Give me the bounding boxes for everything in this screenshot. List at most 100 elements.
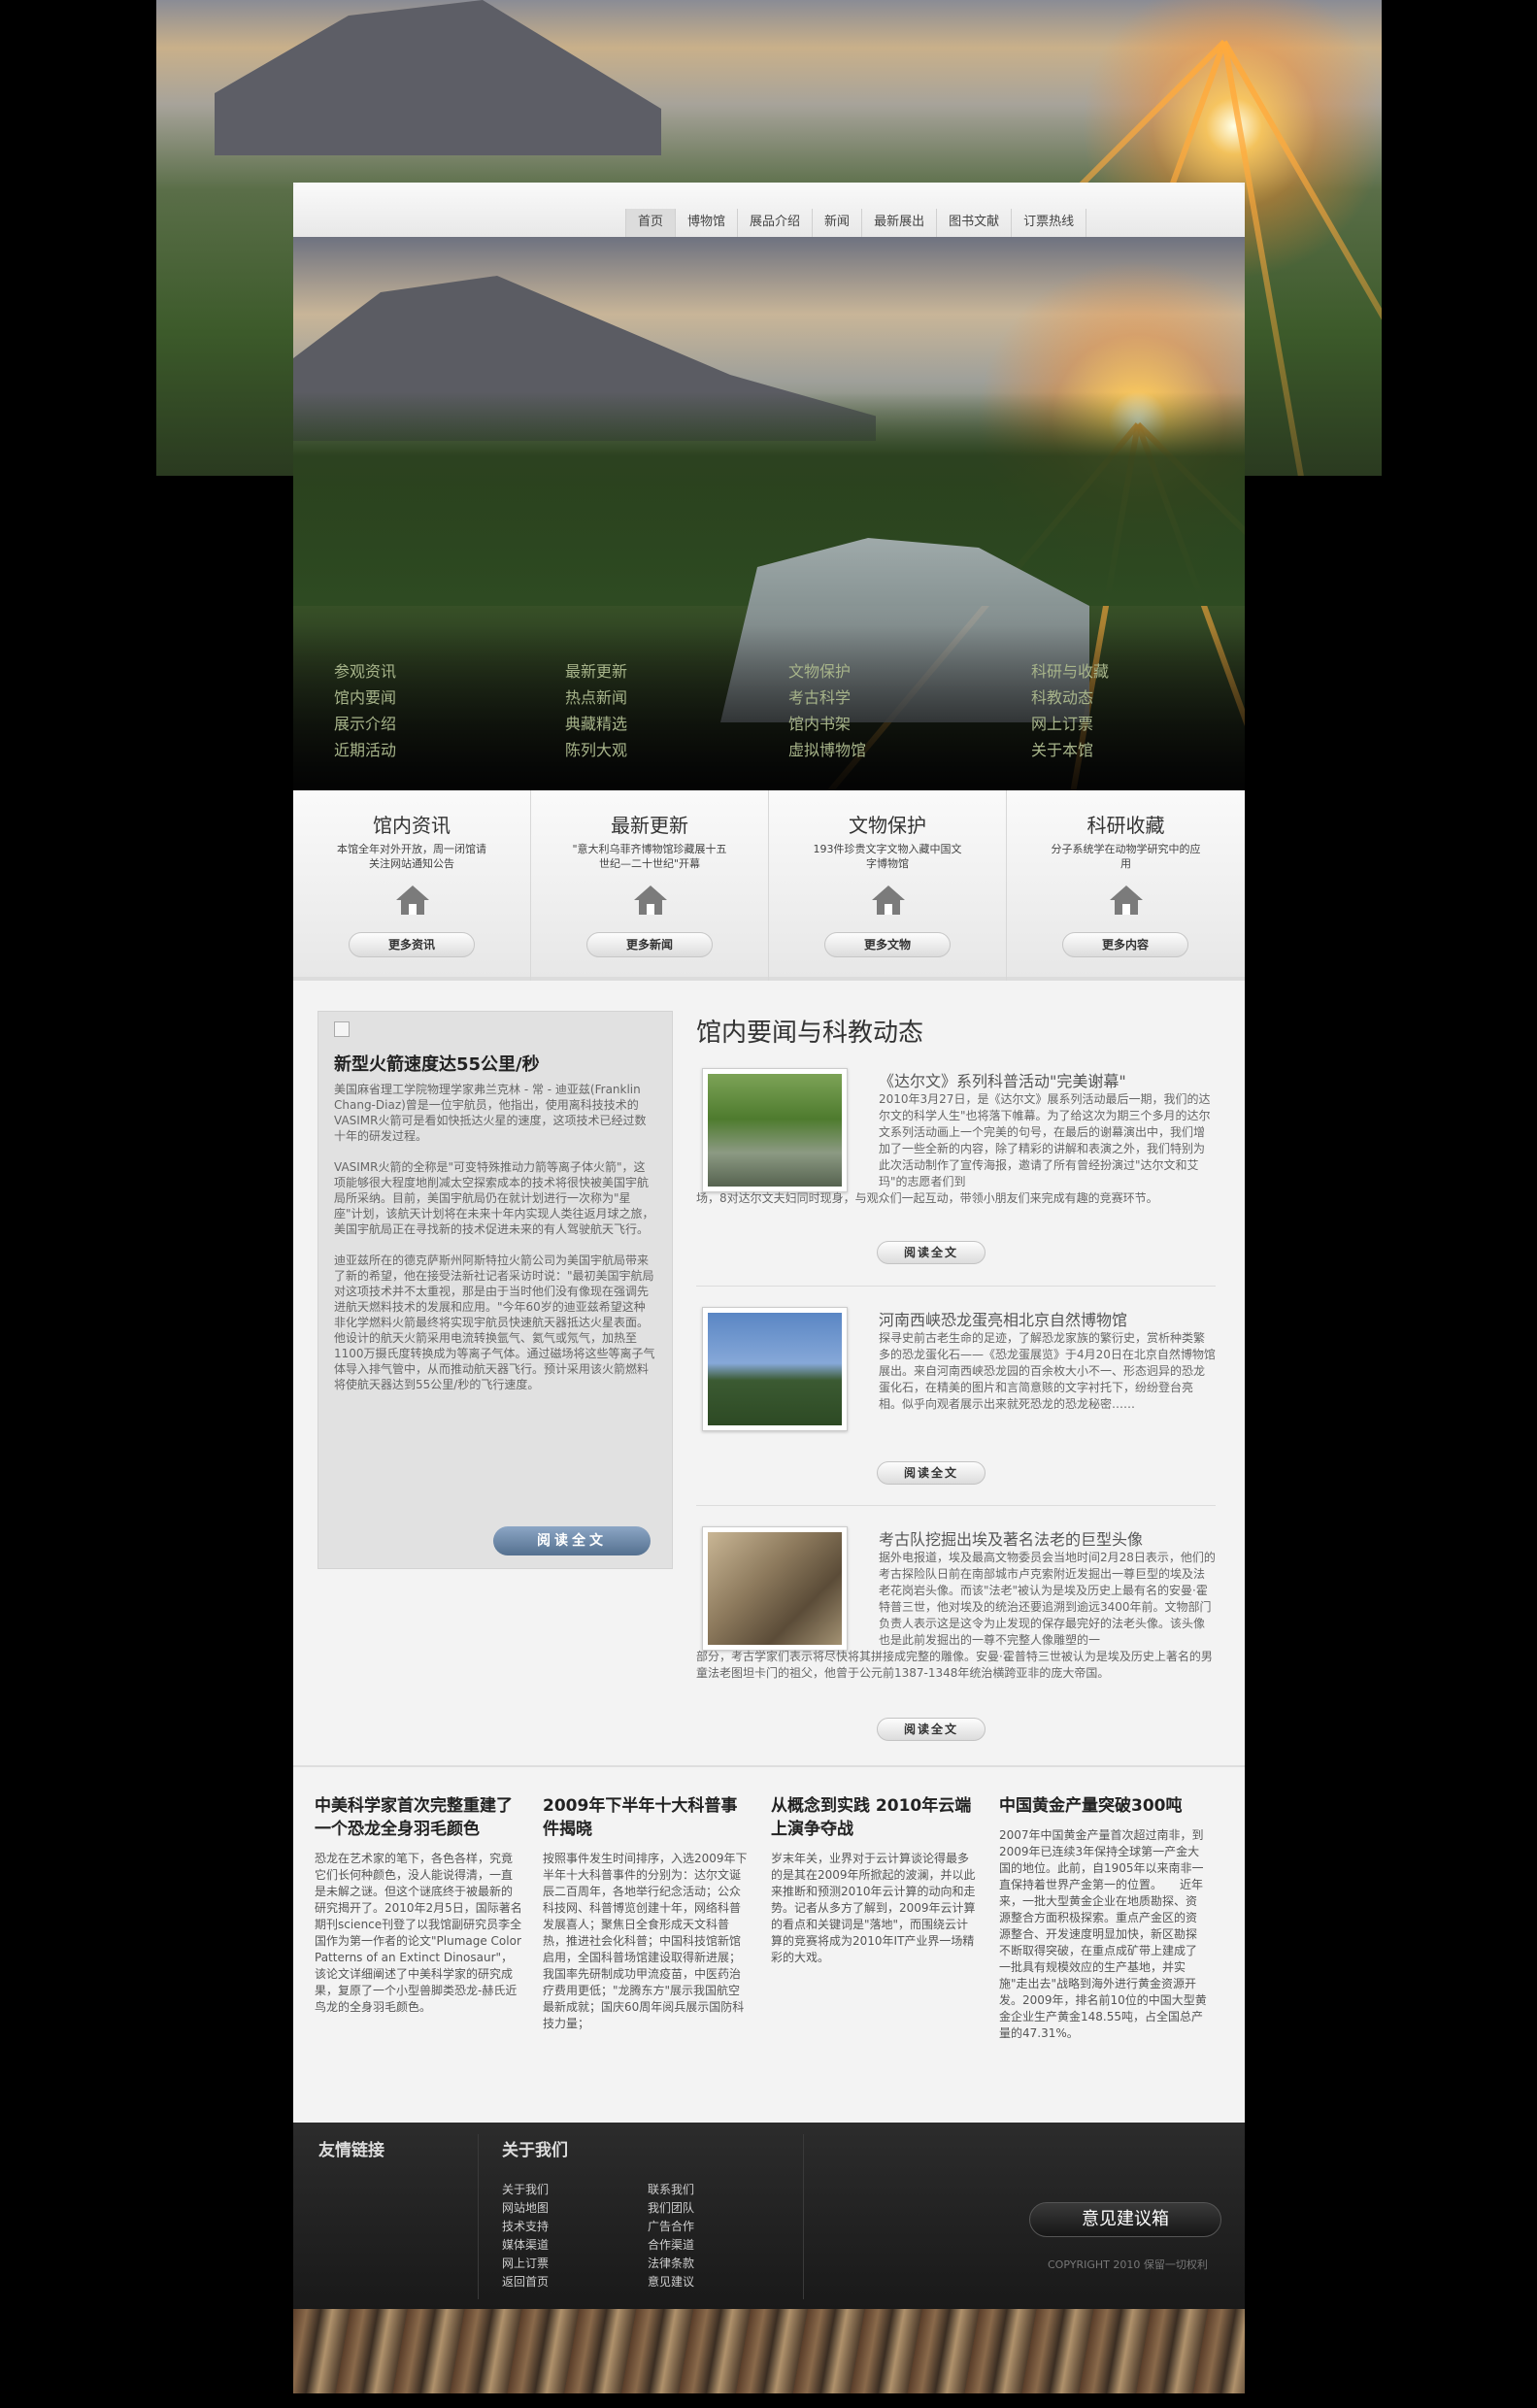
- feature-desc: "意大利乌菲齐博物馆珍藏展十五世纪—二十世纪"开幕: [572, 843, 727, 870]
- nav-item-exhibits[interactable]: 展品介绍: [737, 209, 812, 238]
- bottom-column: 中美科学家首次完整重建了一个恐龙全身羽毛颜色 恐龙在艺术家的笔下，各色各样，究竟…: [315, 1794, 543, 2042]
- hero-link[interactable]: 关于本馆: [1031, 737, 1225, 763]
- bottom-column: 2009年下半年十大科普事件揭晓 按照事件发生时间排序，入选2009年下半年十大…: [543, 1794, 771, 2042]
- feature-box: 最新更新 "意大利乌菲齐博物馆珍藏展十五世纪—二十世纪"开幕 更多新闻: [531, 790, 769, 981]
- hero-link[interactable]: 最新更新: [565, 658, 788, 685]
- suggestion-box-button[interactable]: 意见建议箱: [1029, 2202, 1221, 2237]
- nav-list: 首页 博物馆 展品介绍 新闻 最新展出 图书文献 订票热线: [625, 209, 1087, 238]
- footer: 友情链接 关于我们 关于我们 网站地图 技术支持 媒体渠道 网上订票 返回首页 …: [293, 2123, 1245, 2309]
- bottom-column: 中国黄金产量突破300吨 2007年中国黄金产量首次超过南非，到2009年已连续…: [999, 1794, 1227, 2042]
- news-body-text: 探寻史前古老生命的足迹，了解恐龙家族的繁衍史，赏析种类繁多的恐龙蛋化石——《恐龙…: [879, 1331, 1216, 1411]
- hero-link[interactable]: 陈列大观: [565, 737, 788, 763]
- hero-link[interactable]: 科教动态: [1031, 685, 1225, 711]
- nav-item-museum[interactable]: 博物馆: [675, 209, 737, 238]
- nav-item-home[interactable]: 首页: [625, 209, 676, 238]
- feature-box: 文物保护 193件珍贵文字文物入藏中国文字博物馆 更多文物: [769, 790, 1007, 981]
- footer-link[interactable]: 媒体渠道: [502, 2236, 549, 2255]
- bottom-column-body: 2007年中国黄金产量首次超过南非，到2009年已连续3年保持全球第一产金大国的…: [999, 1828, 1207, 2040]
- footer-link[interactable]: 意见建议: [648, 2273, 694, 2291]
- more-content-button[interactable]: 更多内容: [1062, 932, 1188, 957]
- featured-article-paragraph: 迪亚兹所在的德克萨斯州阿斯特拉火箭公司为美国宇航局带来了新的希望，他在接受法新社…: [334, 1254, 655, 1391]
- bottom-column-body: 岁末年关，业界对于云计算谈论得最多的是其在2009年所掀起的波澜，并以此来推断和…: [771, 1852, 976, 1964]
- news-title[interactable]: 《达尔文》系列科普活动"完美谢幕": [879, 1068, 1126, 1091]
- hero-link[interactable]: 科研与收藏: [1031, 658, 1225, 685]
- feature-desc: 193件珍贵文字文物入藏中国文字博物馆: [813, 843, 962, 870]
- bottom-column: 从概念到实践 2010年云端上演争夺战 岁末年关，业界对于云计算谈论得最多的是其…: [771, 1794, 999, 2042]
- bottom-column-title[interactable]: 2009年下半年十大科普事件揭晓: [543, 1794, 752, 1841]
- hero-link[interactable]: 展示介绍: [334, 711, 565, 737]
- feature-box: 馆内资讯 本馆全年对外开放，周一闭馆请关注网站通知公告 更多资讯: [293, 790, 531, 981]
- hero-link[interactable]: 考古科学: [788, 685, 1031, 711]
- news-body-text: 据外电报道，埃及最高文物委员会当地时间2月28日表示，他们的考古探险队日前在南部…: [879, 1551, 1216, 1647]
- footer-link[interactable]: 网上订票: [502, 2255, 549, 2273]
- news-title[interactable]: 河南西峡恐龙蛋亮相北京自然博物馆: [879, 1307, 1127, 1330]
- section-divider: [293, 1765, 1245, 1767]
- footer-link[interactable]: 返回首页: [502, 2273, 549, 2291]
- news-body-text: 2010年3月27日，是《达尔文》展系列活动最后一期，我们的达尔文的科学人生"也…: [879, 1092, 1211, 1188]
- home-icon: [872, 886, 905, 915]
- friend-links-title: 友情链接: [318, 2141, 384, 2160]
- news-title[interactable]: 考古队挖掘出埃及著名法老的巨型头像: [879, 1526, 1143, 1550]
- nav-item-library[interactable]: 图书文献: [936, 209, 1011, 238]
- home-icon: [634, 886, 667, 915]
- hero-link[interactable]: 参观资讯: [334, 658, 565, 685]
- footer-link[interactable]: 广告合作: [648, 2218, 694, 2236]
- news-body-text: 场，8对达尔文夫妇同时现身，与观众们一起互动，带领小朋友们来完成有趣的竞赛环节。: [696, 1191, 1158, 1205]
- footer-link[interactable]: 联系我们: [648, 2181, 694, 2199]
- broken-image-icon: [334, 1021, 350, 1037]
- bottom-column-title[interactable]: 从概念到实践 2010年云端上演争夺战: [771, 1794, 980, 1841]
- feature-title: 文物保护: [849, 814, 926, 837]
- mountain-shape: [215, 0, 661, 155]
- hero-link[interactable]: 近期活动: [334, 737, 565, 763]
- more-info-button[interactable]: 更多资讯: [349, 932, 475, 957]
- feature-desc: 分子系统学在动物学研究中的应用: [1051, 843, 1201, 870]
- hero-link-column: 参观资讯 馆内要闻 展示介绍 近期活动: [334, 658, 565, 763]
- footer-links-column: 关于我们 网站地图 技术支持 媒体渠道 网上订票 返回首页: [502, 2181, 549, 2291]
- hero-link[interactable]: 馆内要闻: [334, 685, 565, 711]
- feature-title: 科研收藏: [1086, 814, 1165, 837]
- nav-item-latest-exhibitions[interactable]: 最新展出: [861, 209, 936, 238]
- home-icon: [396, 886, 429, 915]
- more-relics-button[interactable]: 更多文物: [824, 932, 951, 957]
- footer-link[interactable]: 网站地图: [502, 2199, 549, 2218]
- top-navigation: 首页 博物馆 展品介绍 新闻 最新展出 图书文献 订票热线: [293, 183, 1245, 238]
- footer-link[interactable]: 合作渠道: [648, 2236, 694, 2255]
- hero-link-grid: 参观资讯 馆内要闻 展示介绍 近期活动 最新更新 热点新闻 典藏精选 陈列大观 …: [334, 658, 1208, 763]
- footer-link[interactable]: 技术支持: [502, 2218, 549, 2236]
- news-body: 据外电报道，埃及最高文物委员会当地时间2月28日表示，他们的考古探险队日前在南部…: [696, 1550, 1216, 1682]
- bottom-column-title[interactable]: 中国黄金产量突破300吨: [999, 1794, 1208, 1818]
- hero-link[interactable]: 热点新闻: [565, 685, 788, 711]
- home-icon: [1110, 886, 1143, 915]
- bottom-column-title[interactable]: 中美科学家首次完整重建了一个恐龙全身羽毛颜色: [315, 1794, 523, 1841]
- hero-link[interactable]: 馆内书架: [788, 711, 1031, 737]
- divider: [696, 1505, 1216, 1506]
- featured-article-paragraph: 美国麻省理工学院物理学家弗兰克林 - 常 - 迪亚兹(Franklin Chan…: [334, 1083, 647, 1143]
- read-full-article-button[interactable]: 阅读全文: [493, 1526, 651, 1555]
- more-news-button[interactable]: 更多新闻: [586, 932, 713, 957]
- feature-boxes: 馆内资讯 本馆全年对外开放，周一闭馆请关注网站通知公告 更多资讯 最新更新 "意…: [293, 790, 1245, 981]
- hero-link[interactable]: 网上订票: [1031, 711, 1225, 737]
- hero-link[interactable]: 虚拟博物馆: [788, 737, 1031, 763]
- read-more-button[interactable]: 阅读全文: [877, 1241, 986, 1264]
- footer-link[interactable]: 关于我们: [502, 2181, 549, 2199]
- read-more-button[interactable]: 阅读全文: [877, 1718, 986, 1741]
- featured-article: 新型火箭速度达55公里/秒 美国麻省理工学院物理学家弗兰克林 - 常 - 迪亚兹…: [317, 1011, 673, 1569]
- nav-item-ticket-hotline[interactable]: 订票热线: [1011, 209, 1087, 238]
- divider: [696, 1286, 1216, 1287]
- footer-link[interactable]: 我们团队: [648, 2199, 694, 2218]
- bottom-column-body: 按照事件发生时间排序，入选2009年下半年十大科普事件的分别为：达尔文诞辰二百周…: [543, 1852, 748, 2030]
- nav-item-news[interactable]: 新闻: [812, 209, 861, 238]
- footer-link[interactable]: 法律条款: [648, 2255, 694, 2273]
- main-container: 首页 博物馆 展品介绍 新闻 最新展出 图书文献 订票热线 参观资讯 馆内要闻 …: [293, 183, 1245, 2393]
- feature-box: 科研收藏 分子系统学在动物学研究中的应用 更多内容: [1007, 790, 1245, 981]
- footer-divider: [478, 2134, 479, 2299]
- copyright-text: COPYRIGHT 2010 保留一切权利: [1048, 2258, 1208, 2271]
- hero-link[interactable]: 文物保护: [788, 658, 1031, 685]
- news-body: 探寻史前古老生命的足迹，了解恐龙家族的繁衍史，赏析种类繁多的恐龙蛋化石——《恐龙…: [696, 1330, 1216, 1413]
- bottom-columns: 中美科学家首次完整重建了一个恐龙全身羽毛颜色 恐龙在艺术家的笔下，各色各样，究竟…: [315, 1794, 1227, 2042]
- hero-link[interactable]: 典藏精选: [565, 711, 788, 737]
- hero-link-column: 科研与收藏 科教动态 网上订票 关于本馆: [1031, 658, 1225, 763]
- read-more-button[interactable]: 阅读全文: [877, 1461, 986, 1485]
- rock-texture-image: [293, 2309, 1245, 2393]
- footer-divider: [803, 2134, 804, 2299]
